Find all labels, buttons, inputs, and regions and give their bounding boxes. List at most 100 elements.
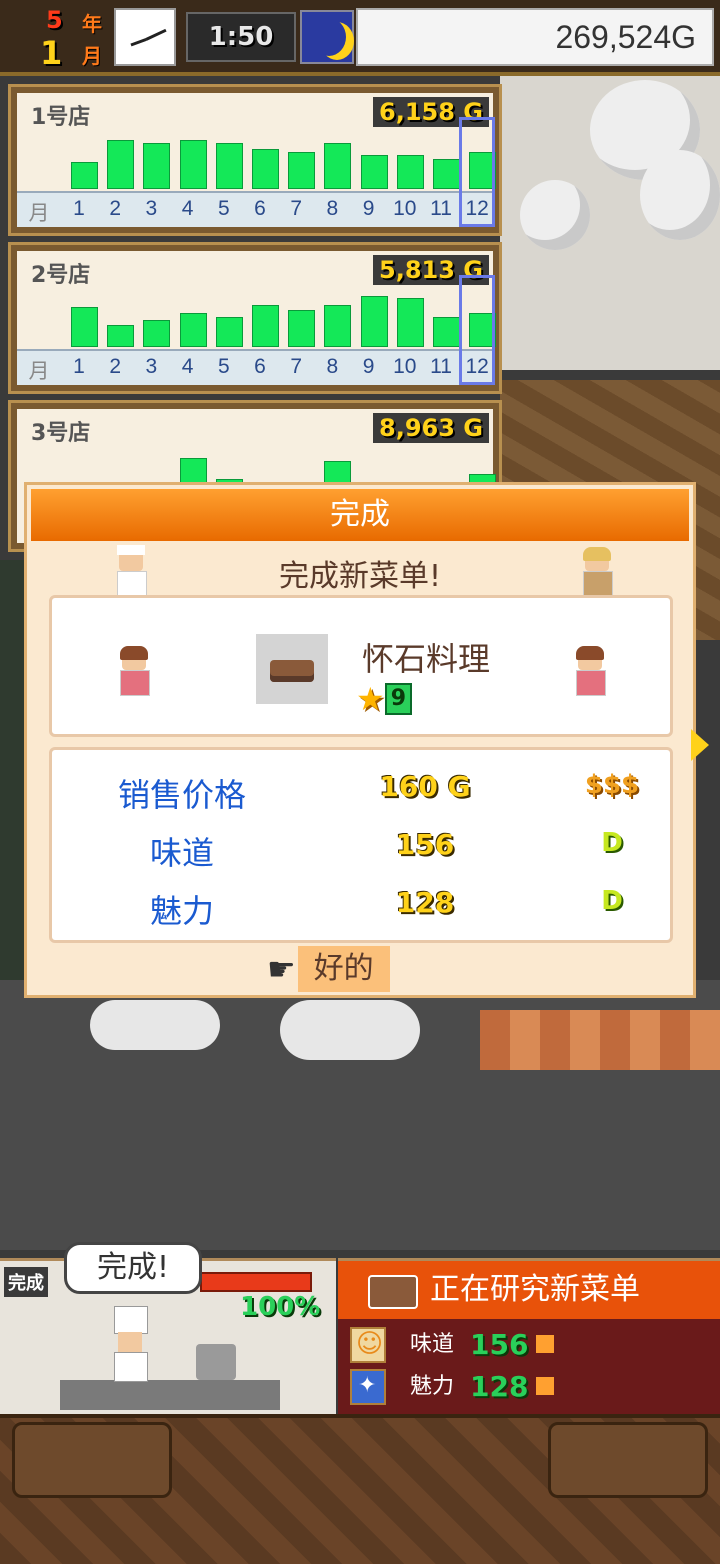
month-tick: 11 (430, 355, 452, 378)
game-time: 1:50 (186, 12, 296, 62)
sales-bar (215, 317, 243, 347)
month-tick: 11 (430, 197, 452, 220)
taste-icon (350, 1327, 386, 1363)
month-tick: 8 (326, 197, 339, 220)
sprite-hair (576, 646, 604, 660)
sales-bar (288, 310, 316, 347)
sales-bar (252, 305, 279, 347)
month-axis-label: 月 (28, 360, 50, 383)
clock-icon (114, 8, 176, 66)
stat-value: 156 (395, 828, 455, 861)
sales-bars (67, 135, 497, 189)
month-tick: 10 (393, 197, 417, 220)
year-unit: 年 (82, 12, 102, 36)
sales-bar (324, 305, 352, 347)
menu-complete-dialog: 完成 完成新菜单! 怀石料理 ★ 9 销售价格 160 G $$$ 味道 156… (24, 482, 709, 998)
store-name: 2号店 (31, 263, 91, 288)
research-row-taste: 味道 156 (350, 1325, 710, 1365)
research-stat-value: 156 (470, 1328, 529, 1361)
dialog-title: 完成 (31, 489, 689, 541)
sales-bar (143, 320, 171, 347)
research-stat-label: 味道 (410, 1332, 455, 1357)
snow-patch (90, 1000, 220, 1050)
clock-hand (145, 28, 167, 41)
stat-label: 魅力 (149, 892, 214, 930)
chef-sprite (110, 1306, 150, 1382)
waitress-sprite (570, 646, 610, 696)
research-stat-value: 128 (470, 1370, 529, 1403)
sales-bar (360, 155, 388, 189)
store-panel-2[interactable]: 2号店 5,813 G 月 1 2 3 4 5 6 7 8 9 10 11 12 (8, 242, 502, 394)
speech-bubble: 完成! (64, 1242, 202, 1294)
shop-awning (480, 1010, 720, 1070)
research-row-charm: 魅力 128 (350, 1367, 710, 1407)
stat-row-charm: 魅力 128 D (52, 886, 670, 938)
store-name: 3号店 (31, 421, 91, 446)
month-axis-label: 月 (28, 202, 50, 225)
sales-bar (396, 155, 424, 189)
cooking-pot-icon (196, 1344, 236, 1380)
month-tick: 9 (362, 355, 375, 378)
sales-bar (396, 298, 424, 347)
selected-month-highlight (459, 117, 496, 227)
research-stat-bar (536, 1377, 554, 1395)
kitchen-counter (60, 1380, 280, 1410)
sales-bar (360, 296, 388, 347)
month-tick: 2 (109, 355, 122, 378)
snowy-tree (520, 180, 590, 250)
sales-bar (107, 325, 135, 347)
store-sales: 8,963 G (373, 413, 489, 443)
snow-patch (280, 1000, 420, 1060)
done-tag: 完成 (4, 1267, 48, 1297)
dock-left-button[interactable] (12, 1422, 172, 1498)
sales-bar (433, 317, 460, 347)
month-tick: 7 (290, 355, 303, 378)
dish-name: 怀石料理 (362, 640, 491, 678)
month-tick: 4 (181, 355, 194, 378)
month-tick: 6 (254, 197, 266, 220)
stat-row-price: 销售价格 160 G $$$ (52, 770, 670, 822)
research-progress-percent: 100% (240, 1292, 321, 1322)
month-tick: 5 (217, 355, 230, 378)
top-status-bar: 5 年 1 月 1:50 269,524G (0, 0, 720, 76)
sales-bar (252, 149, 279, 189)
sales-bar (324, 143, 352, 189)
stat-value: 160 G (379, 770, 471, 803)
sales-bar (107, 140, 135, 189)
month-axis: 月 1 2 3 4 5 6 7 8 9 10 11 12 (17, 275, 496, 385)
money-display: 269,524G (356, 8, 714, 66)
stat-row-taste: 味道 156 D (52, 828, 670, 880)
next-arrow-icon[interactable] (691, 729, 709, 761)
sales-bar (433, 159, 460, 189)
research-stat-label: 魅力 (410, 1374, 455, 1399)
dish-card: 怀石料理 ★ 9 (49, 595, 673, 737)
store-panel-body: 1号店 6,158 G 月 1 2 3 4 5 6 7 8 9 10 11 12 (17, 93, 497, 227)
month-tick: 5 (217, 197, 230, 220)
star-icon: ★ (356, 680, 385, 718)
sales-bar (71, 162, 98, 189)
month-tick: 8 (326, 355, 339, 378)
month-tick: 3 (145, 197, 158, 220)
clock-hand (130, 38, 147, 47)
chef-coat (114, 1352, 148, 1382)
sales-bar (143, 143, 171, 189)
game-date: 5 年 1 月 (40, 4, 110, 72)
dish-icon (368, 1275, 418, 1309)
dish-image (256, 634, 328, 704)
sprite-body (576, 670, 606, 696)
sprite-hair (120, 646, 148, 660)
month-tick: 3 (145, 355, 158, 378)
store-panel-1[interactable]: 1号店 6,158 G 月 1 2 3 4 5 6 7 8 9 10 11 12 (8, 84, 502, 236)
dock-right-button[interactable] (548, 1422, 708, 1498)
research-header: 正在研究新菜单 (338, 1261, 720, 1319)
dish-rank: ★ 9 (356, 680, 412, 718)
month-axis: 月 1 2 3 4 5 6 7 8 9 10 11 12 (17, 117, 496, 227)
research-panel[interactable]: 正在研究新菜单 味道 156 魅力 128 (338, 1258, 720, 1414)
month-unit: 月 (82, 44, 102, 68)
moon-icon (300, 10, 354, 64)
month-tick: 9 (362, 197, 375, 220)
ok-button[interactable]: ☛ 好的 (267, 945, 390, 993)
month-tick: 10 (393, 355, 417, 378)
ok-button-label[interactable]: 好的 (297, 946, 390, 992)
stat-label: 销售价格 (117, 776, 246, 814)
